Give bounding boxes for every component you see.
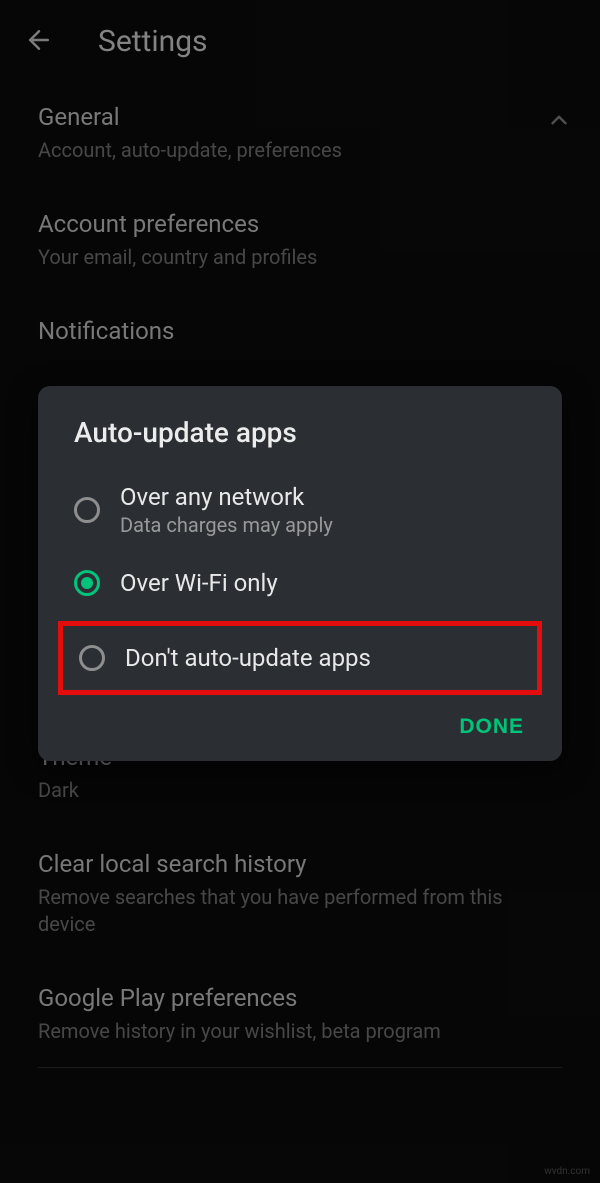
section-title: Account preferences	[38, 210, 562, 238]
radio-selected-icon	[74, 570, 100, 596]
radio-icon	[79, 645, 105, 671]
section-subtitle: Account, auto-update, preferences	[38, 137, 562, 164]
page-title: Settings	[98, 24, 208, 59]
section-title: Clear local search history	[38, 850, 562, 878]
section-title: Notifications	[38, 317, 562, 345]
section-subtitle: Your email, country and profiles	[38, 244, 562, 271]
section-notifications[interactable]: Notifications	[38, 293, 562, 373]
section-general[interactable]: General Account, auto-update, preference…	[38, 79, 562, 186]
highlight-annotation: Don't auto-update apps	[58, 621, 542, 695]
section-title: General	[38, 103, 562, 131]
option-dont-auto-update[interactable]: Don't auto-update apps	[73, 636, 521, 680]
section-account-preferences[interactable]: Account preferences Your email, country …	[38, 186, 562, 293]
done-button[interactable]: DONE	[459, 715, 524, 739]
section-subtitle: Remove searches that you have performed …	[38, 884, 562, 938]
app-header: Settings	[0, 0, 600, 79]
auto-update-dialog: Auto-update apps Over any network Data c…	[38, 386, 562, 761]
radio-icon	[74, 497, 100, 523]
option-label: Over any network	[120, 483, 333, 511]
back-arrow-icon[interactable]	[24, 25, 54, 59]
section-google-play-preferences[interactable]: Google Play preferences Remove history i…	[38, 960, 562, 1068]
option-over-wifi-only[interactable]: Over Wi-Fi only	[38, 553, 562, 613]
chevron-up-icon[interactable]	[546, 107, 572, 137]
section-title: Google Play preferences	[38, 984, 562, 1012]
dialog-title: Auto-update apps	[38, 416, 562, 467]
option-over-any-network[interactable]: Over any network Data charges may apply	[38, 467, 562, 553]
option-label: Over Wi-Fi only	[120, 569, 278, 597]
section-subtitle: Remove history in your wishlist, beta pr…	[38, 1018, 562, 1045]
option-label: Don't auto-update apps	[125, 644, 371, 672]
section-subtitle: Dark	[38, 777, 562, 804]
dialog-actions: DONE	[38, 695, 562, 743]
watermark-text: wvdn.com	[544, 1166, 590, 1177]
section-clear-local-search[interactable]: Clear local search history Remove search…	[38, 826, 562, 960]
option-sublabel: Data charges may apply	[120, 513, 333, 537]
